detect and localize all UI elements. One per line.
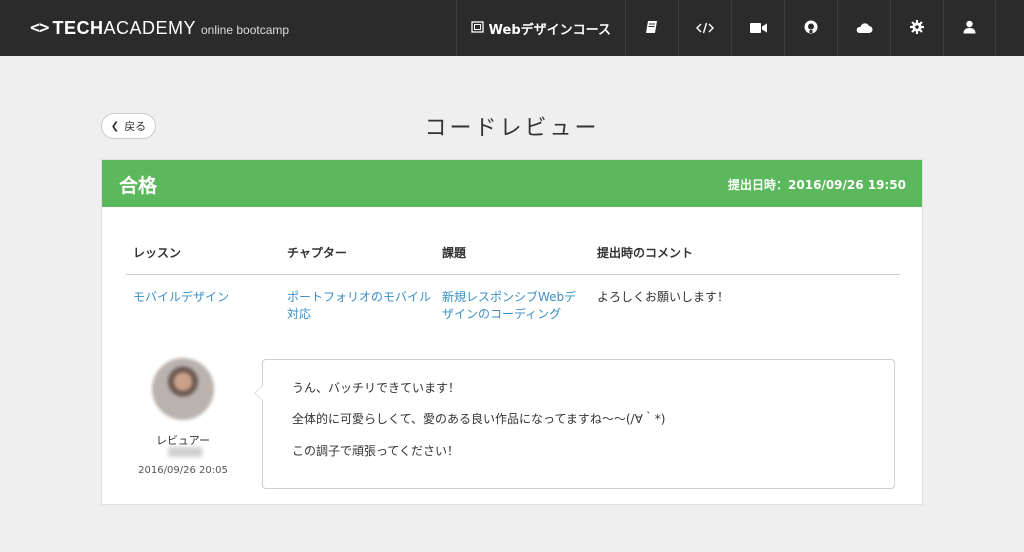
column-header-chapter: チャプター	[287, 246, 347, 260]
review-line: この調子で頑張ってください！	[292, 444, 460, 458]
code-button[interactable]	[678, 0, 731, 56]
reviewer-avatar	[152, 358, 214, 420]
review-comment-bubble: うん、バッチリできています！ 全体的に可愛らしくて、愛のある良い作品になってます…	[254, 359, 895, 489]
reviewer-label: レビュアー	[155, 434, 211, 447]
course-label: Webデザインコース	[488, 22, 611, 38]
lesson-link[interactable]: モバイルデザイン	[133, 289, 283, 306]
column-header-lesson: レッスン	[133, 246, 182, 260]
course-icon	[470, 20, 484, 36]
user-icon	[963, 19, 976, 38]
page-title: コードレビュー	[424, 116, 600, 141]
column-header-comment: 提出時のコメント	[597, 246, 694, 260]
result-header: 合格 提出日時：2016/09/26 19:50	[102, 160, 922, 207]
review-line: うん、バッチリできています！	[292, 381, 461, 395]
logo-academy: ACADEMY	[103, 17, 196, 38]
logo-tech: TECH	[52, 17, 104, 38]
submitted-datetime: 提出日時：2016/09/26 19:50	[728, 178, 906, 192]
logo-mark: <>	[30, 18, 50, 38]
top-navbar: <> TECH ACADEMY online bootcamp Webデザインコ…	[0, 0, 1024, 56]
gear-icon	[910, 19, 924, 38]
column-header-assignment: 課題	[442, 246, 467, 260]
settings-button[interactable]	[890, 0, 943, 56]
submission-comment: よろしくお願いします！	[597, 290, 730, 304]
book-button[interactable]	[625, 0, 678, 56]
review-date: 2016/09/26 20:05	[138, 465, 228, 476]
video-button[interactable]	[731, 0, 784, 56]
github-icon	[804, 19, 818, 38]
course-menu-button[interactable]: Webデザインコース	[455, 0, 625, 56]
nav-menu: Webデザインコース	[455, 0, 996, 56]
cloud-icon	[855, 19, 873, 38]
reviewer-name-blurred	[168, 447, 202, 457]
review-line: 全体的に可愛らしくて、愛のある良い作品になってますね〜〜(/∀｀*)	[292, 412, 666, 426]
code-icon	[696, 19, 714, 38]
user-button[interactable]	[943, 0, 996, 56]
review-card: 合格 提出日時：2016/09/26 19:50 レッスン チャプター 課題 提…	[101, 159, 923, 505]
video-icon	[749, 19, 767, 38]
techacademy-logo[interactable]: <> TECH ACADEMY online bootcamp	[30, 16, 289, 40]
assignment-link[interactable]: 新規レスポンシブWebデザインのコーディング	[442, 289, 587, 323]
chapter-link[interactable]: ポートフォリオのモバイル対応	[287, 289, 432, 323]
table-divider	[126, 274, 900, 275]
status-badge: 合格	[119, 175, 158, 197]
book-icon	[645, 19, 659, 38]
logo-subtitle: online bootcamp	[201, 22, 290, 37]
cloud-button[interactable]	[837, 0, 890, 56]
github-button[interactable]	[784, 0, 837, 56]
